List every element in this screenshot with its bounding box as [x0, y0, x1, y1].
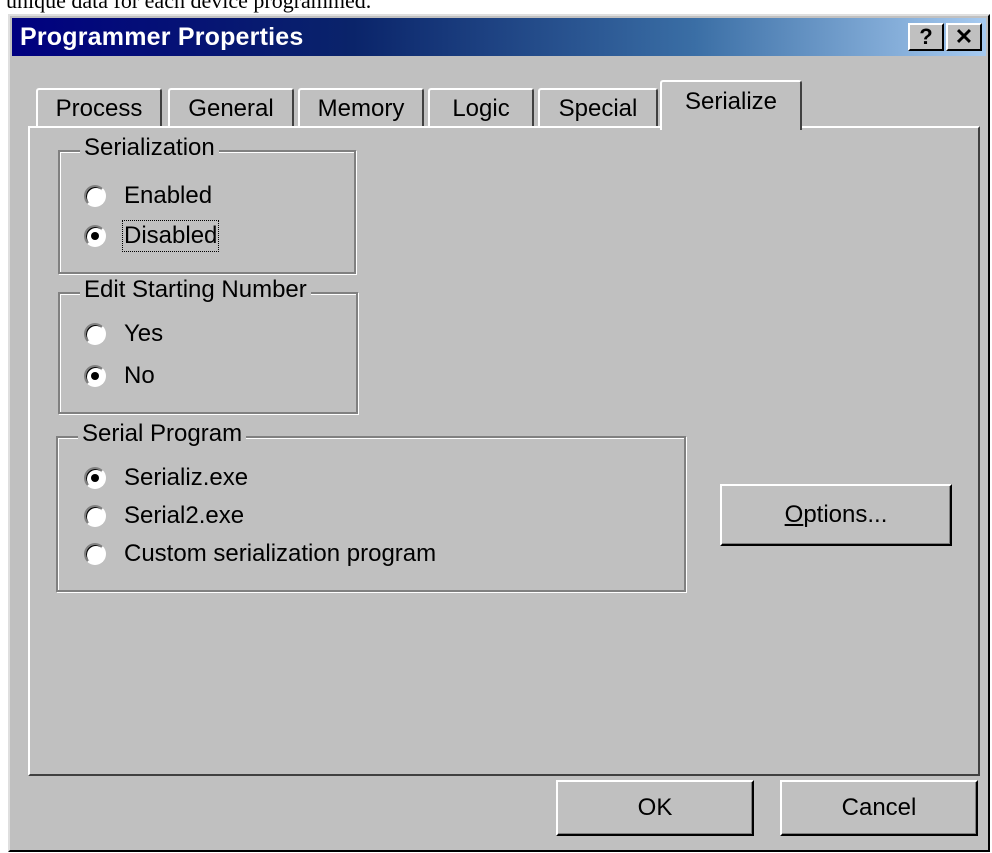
tab-special[interactable]: Special: [538, 88, 658, 128]
edit-starting-number-no-option[interactable]: No: [84, 362, 155, 390]
radio-button[interactable]: [84, 543, 106, 565]
serialization-disabled-option[interactable]: Disabled: [84, 220, 220, 252]
serial-program-custom-option[interactable]: Custom serialization program: [84, 540, 436, 568]
edit-starting-number-group: Edit Starting Number Yes No: [58, 276, 358, 414]
window-title: Programmer Properties: [20, 23, 304, 51]
serialization-enabled-option[interactable]: Enabled: [84, 182, 212, 210]
options-label: ptions...: [803, 501, 888, 528]
edit-starting-number-legend: Edit Starting Number: [80, 276, 311, 304]
cancel-button[interactable]: Cancel: [780, 780, 978, 836]
tab-process[interactable]: Process: [36, 88, 162, 128]
title-bar[interactable]: Programmer Properties ? ✕: [12, 18, 986, 56]
radio-button-selected[interactable]: [84, 365, 106, 387]
radio-button[interactable]: [84, 323, 106, 345]
radio-label: Serializ.exe: [124, 464, 249, 491]
serialize-tab-panel: Serialization Enabled Disabled Edit Star…: [28, 126, 980, 776]
tab-serialize[interactable]: Serialize: [660, 80, 802, 130]
serial-program-serial2-option[interactable]: Serial2.exe: [84, 502, 244, 530]
radio-label: Enabled: [124, 182, 213, 209]
radio-label: No: [124, 362, 155, 389]
radio-button-selected[interactable]: [84, 225, 106, 247]
serial-program-serializ-option[interactable]: Serializ.exe: [84, 464, 248, 492]
programmer-properties-dialog: Programmer Properties ? ✕ Process Genera…: [8, 14, 990, 852]
radio-button-selected[interactable]: [84, 467, 106, 489]
help-button[interactable]: ?: [908, 23, 944, 51]
close-button[interactable]: ✕: [946, 23, 982, 51]
radio-button[interactable]: [84, 505, 106, 527]
options-button[interactable]: Options...: [720, 484, 952, 546]
ok-button[interactable]: OK: [556, 780, 754, 836]
tab-memory[interactable]: Memory: [298, 88, 424, 128]
serialization-legend: Serialization: [80, 134, 219, 162]
serialization-group: Serialization Enabled Disabled: [58, 134, 356, 274]
tab-logic[interactable]: Logic: [428, 88, 534, 128]
tab-general[interactable]: General: [168, 88, 294, 128]
serial-program-legend: Serial Program: [78, 420, 247, 448]
radio-label: Custom serialization program: [124, 540, 437, 567]
radio-button[interactable]: [84, 185, 106, 207]
radio-label: Yes: [124, 320, 164, 347]
radio-label: Serial2.exe: [124, 502, 245, 529]
options-mnemonic: O: [784, 501, 804, 528]
serial-program-group: Serial Program Serializ.exe Serial2.exe …: [56, 420, 686, 592]
caption-text: unique data for each device programmed.: [6, 0, 372, 13]
radio-label: Disabled: [121, 220, 220, 252]
edit-starting-number-yes-option[interactable]: Yes: [84, 320, 163, 348]
